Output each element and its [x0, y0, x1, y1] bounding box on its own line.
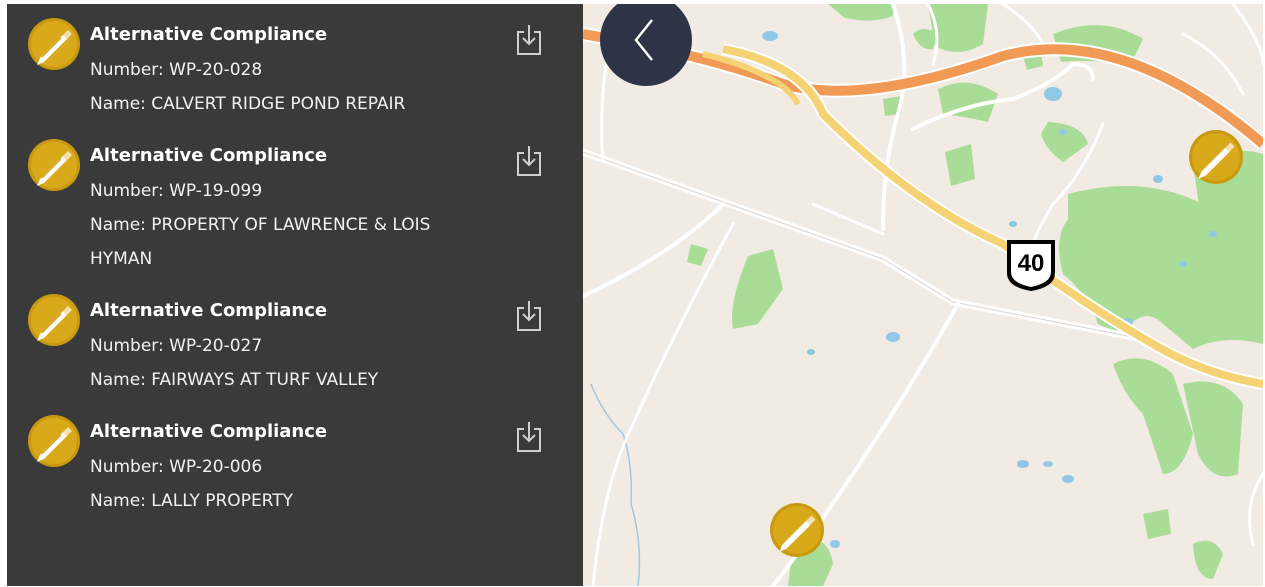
map-view[interactable]: 40 [583, 4, 1263, 586]
result-number: Number: WP-20-028 [90, 60, 263, 80]
result-number: Number: WP-20-027 [90, 336, 263, 356]
pen-icon [28, 415, 80, 467]
pen-marker-icon[interactable] [1188, 129, 1244, 185]
pen-icon [28, 18, 80, 70]
download-icon[interactable] [515, 24, 543, 56]
result-name: Name: LALLY PROPERTY [90, 491, 294, 511]
download-icon[interactable] [515, 300, 543, 332]
result-number: Number: WP-20-006 [90, 457, 263, 477]
pen-marker-icon[interactable] [769, 502, 825, 558]
list-item[interactable]: Alternative Compliance Number: WP-20-006… [7, 401, 583, 521]
result-type-label: Alternative Compliance [90, 300, 328, 321]
result-name-continued: HYMAN [90, 249, 153, 269]
result-type-label: Alternative Compliance [90, 24, 328, 45]
chevron-left-icon [634, 19, 653, 61]
app-frame: Alternative Compliance Number: WP-20-028… [7, 4, 1263, 586]
list-item[interactable]: Alternative Compliance Number: WP-20-028… [7, 4, 583, 124]
pen-icon [28, 294, 80, 346]
collapse-panel-button[interactable] [600, 4, 692, 86]
map-basemap [583, 4, 1263, 586]
result-number: Number: WP-19-099 [90, 181, 263, 201]
list-item[interactable]: Alternative Compliance Number: WP-19-099… [7, 125, 583, 279]
download-icon[interactable] [515, 145, 543, 177]
result-name: Name: PROPERTY OF LAWRENCE & LOIS [90, 215, 431, 235]
route-shield: 40 [1004, 237, 1058, 293]
pen-icon [28, 139, 80, 191]
download-icon[interactable] [515, 421, 543, 453]
results-panel: Alternative Compliance Number: WP-20-028… [7, 4, 583, 586]
route-number: 40 [1017, 250, 1045, 277]
result-type-label: Alternative Compliance [90, 421, 328, 442]
result-name: Name: CALVERT RIDGE POND REPAIR [90, 94, 406, 114]
result-type-label: Alternative Compliance [90, 145, 328, 166]
result-name: Name: FAIRWAYS AT TURF VALLEY [90, 370, 379, 390]
list-item[interactable]: Alternative Compliance Number: WP-20-027… [7, 280, 583, 400]
